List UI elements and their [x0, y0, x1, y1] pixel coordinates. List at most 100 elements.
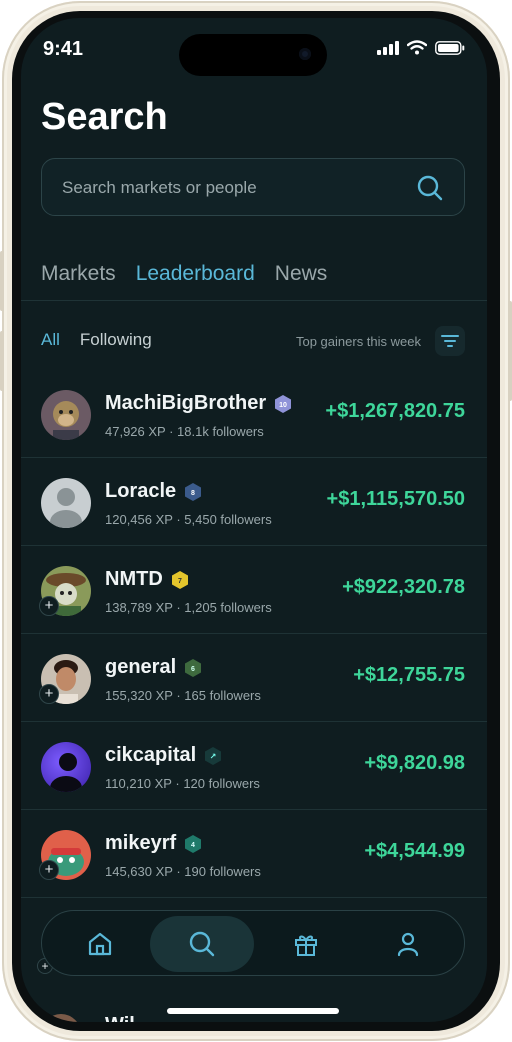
user-name[interactable]: Wil [105, 1014, 135, 1022]
leaderboard-row[interactable]: + general 6 155,320 XP · 165 followers +… [21, 634, 487, 722]
wifi-icon [407, 40, 427, 55]
leaderboard-row[interactable]: + NMTD 7 138,789 XP · 1,205 followers +$… [21, 546, 487, 634]
filter-icon [441, 335, 459, 347]
user-xp: 138,789 XP [105, 600, 173, 615]
hexagon-badge-icon: 10 [275, 394, 292, 413]
gain-value: +$9,820.98 [364, 752, 465, 774]
dynamic-island [179, 34, 327, 76]
avatar[interactable] [41, 742, 91, 792]
avatar[interactable] [41, 478, 91, 528]
badge-level: 8 [191, 490, 195, 497]
side-button [508, 301, 512, 401]
user-xp: 155,320 XP [105, 688, 173, 703]
status-time: 9:41 [43, 38, 84, 60]
badge-level: 7 [178, 578, 182, 585]
divider [21, 300, 487, 301]
user-name[interactable]: general [105, 656, 176, 679]
leaderboard-row[interactable]: MachiBigBrother 10 47,926 XP · 18.1k fol… [21, 370, 487, 458]
battery-icon [435, 40, 465, 55]
user-stats: 155,320 XP · 165 followers [105, 688, 261, 703]
follow-button[interactable]: + [39, 860, 59, 880]
user-name[interactable]: cikcapital [105, 744, 196, 767]
user-followers: 18.1k followers [177, 424, 264, 439]
nav-profile[interactable] [358, 916, 458, 972]
nav-home[interactable] [50, 916, 150, 972]
signal-icon [377, 40, 399, 55]
badge-level: 4 [191, 842, 195, 849]
user-xp: 47,926 XP [105, 424, 166, 439]
silhouette-avatar-icon [50, 753, 82, 792]
side-button [0, 331, 4, 391]
leaderboard-row[interactable]: Loracle 8 120,456 XP · 5,450 followers +… [21, 458, 487, 546]
app-screen: 9:41 Search Markets Leaderboard News [21, 18, 487, 1022]
user-followers: 190 followers [184, 864, 261, 879]
badge-level: 6 [191, 666, 195, 673]
hexagon-badge-icon: 8 [185, 482, 202, 501]
user-name[interactable]: MachiBigBrother [105, 392, 266, 415]
home-icon [88, 932, 112, 956]
leaderboard-row[interactable]: cikcapital ↗ 110,210 XP · 120 followers … [21, 722, 487, 810]
user-followers: 120 followers [183, 776, 260, 791]
sort-label[interactable]: Top gainers this week [296, 334, 421, 349]
status-icons [377, 40, 465, 55]
user-stats: 138,789 XP · 1,205 followers [105, 600, 272, 615]
gain-value: +$12,755.75 [353, 664, 465, 686]
user-xp: 120,456 XP [105, 512, 173, 527]
name-line: mikeyrf 4 [105, 832, 202, 855]
user-name[interactable]: NMTD [105, 568, 163, 591]
filter-bar: All Following [41, 330, 152, 350]
level-badge: 6 [184, 658, 202, 678]
user-followers: 5,450 followers [184, 512, 272, 527]
home-indicator [167, 1008, 339, 1014]
search-icon[interactable] [416, 174, 444, 202]
name-line: MachiBigBrother 10 [105, 392, 292, 415]
gain-value: +$1,115,570.50 [326, 488, 465, 510]
hexagon-badge-icon: 6 [185, 658, 202, 677]
sort-button[interactable] [435, 326, 465, 356]
user-stats: 120,456 XP · 5,450 followers [105, 512, 272, 527]
tab-news[interactable]: News [275, 262, 328, 286]
bottom-nav [41, 910, 465, 976]
user-followers: 165 followers [184, 688, 261, 703]
level-badge: 8 [184, 482, 202, 502]
badge-level: ↗ [210, 752, 217, 761]
level-badge: ↗ [204, 746, 222, 766]
profile-icon [397, 932, 419, 957]
name-line: cikcapital ↗ [105, 744, 222, 767]
gift-icon [295, 935, 317, 956]
side-button [0, 251, 4, 311]
hexagon-badge-icon: 4 [185, 834, 202, 853]
search-bar[interactable] [41, 158, 465, 217]
tab-leaderboard[interactable]: Leaderboard [136, 262, 255, 286]
tab-markets[interactable]: Markets [41, 262, 116, 286]
badge-level: 10 [279, 402, 287, 409]
filter-all[interactable]: All [41, 330, 60, 350]
nav-rewards[interactable] [256, 916, 356, 972]
level-badge: 4 [184, 834, 202, 854]
camera [299, 48, 311, 60]
ape-avatar-icon [53, 401, 79, 440]
name-line: NMTD 7 [105, 568, 189, 591]
nav-search[interactable] [150, 916, 254, 972]
default-avatar-icon [50, 488, 82, 528]
follow-button[interactable]: + [39, 596, 59, 616]
name-line: Loracle 8 [105, 480, 202, 503]
gain-value: +$922,320.78 [342, 576, 465, 598]
user-stats: 47,926 XP · 18.1k followers [105, 424, 264, 439]
user-name[interactable]: Loracle [105, 480, 176, 503]
avatar[interactable] [41, 390, 91, 440]
tab-bar: Markets Leaderboard News [41, 262, 327, 286]
hexagon-badge-icon: 7 [171, 570, 188, 589]
leaderboard-row[interactable]: + mikeyrf 4 145,630 XP · 190 followers +… [21, 810, 487, 898]
follow-button[interactable]: + [39, 684, 59, 704]
name-line: general 6 [105, 656, 202, 679]
user-xp: 110,210 XP [105, 776, 172, 791]
user-followers: 1,205 followers [184, 600, 272, 615]
level-badge: 10 [274, 394, 292, 414]
filter-following[interactable]: Following [80, 330, 152, 350]
page-title: Search [41, 96, 168, 138]
user-stats: 145,630 XP · 190 followers [105, 864, 261, 879]
user-name[interactable]: mikeyrf [105, 832, 176, 855]
search-input[interactable] [42, 159, 424, 217]
level-badge: 7 [171, 570, 189, 590]
